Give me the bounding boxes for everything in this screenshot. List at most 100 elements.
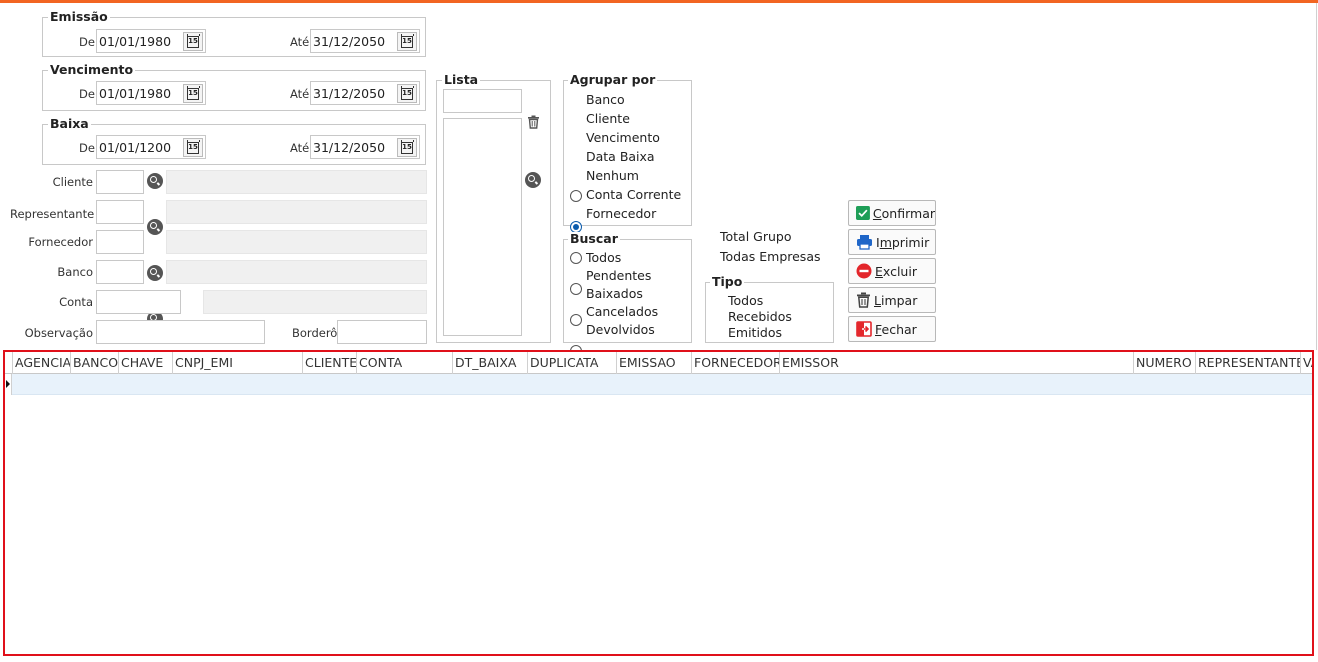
confirmar-button[interactable]: Confirmar (848, 200, 936, 226)
calendar-icon: 15 (401, 139, 414, 154)
row-indicator-icon (5, 374, 12, 395)
total-grupo-label: Total Grupo (720, 229, 792, 244)
vencimento-ate-value: 31/12/2050 (313, 86, 386, 101)
vencimento-de-value: 01/01/1980 (99, 86, 172, 101)
agrupar-radio-banco[interactable] (570, 190, 582, 202)
column-header-va[interactable]: VA (1301, 352, 1312, 374)
column-header-dt-baixa[interactable]: DT_BAIXA (453, 352, 528, 374)
lista-listbox[interactable] (443, 118, 522, 336)
baixa-ate-field[interactable]: 31/12/2050 15 (310, 135, 420, 159)
column-header-fornecedor[interactable]: FORNECEDOR (692, 352, 780, 374)
remove-icon (856, 263, 872, 279)
baixa-de-field[interactable]: 01/01/1200 15 (96, 135, 206, 159)
window-top-accent-bar (0, 0, 1318, 3)
calendar-button[interactable]: 15 (183, 138, 203, 157)
baixa-de-label: De (79, 141, 95, 155)
fornecedor-name-field (166, 230, 427, 254)
emissao-title: Emissão (48, 9, 110, 24)
column-header-numero[interactable]: NUMERO (1134, 352, 1196, 374)
banco-name-field (166, 260, 427, 284)
calendar-button[interactable]: 15 (183, 32, 203, 51)
calendar-button[interactable]: 15 (397, 138, 417, 157)
fechar-label: Fechar (875, 321, 917, 337)
vencimento-ate-field[interactable]: 31/12/2050 15 (310, 81, 420, 105)
trash-icon[interactable] (527, 115, 540, 129)
agrupar-label-cliente: Cliente (586, 111, 630, 126)
observacao-input[interactable] (96, 320, 265, 344)
calendar-button[interactable]: 15 (397, 32, 417, 51)
excluir-button[interactable]: Excluir (848, 258, 936, 284)
column-header-agencia[interactable]: AGENCIA (13, 352, 71, 374)
conta-code-input[interactable] (96, 290, 181, 314)
agrupar-label-fornecedor: Fornecedor (586, 206, 657, 221)
cliente-label: Cliente (52, 175, 93, 189)
column-header-representante[interactable]: REPRESENTANTE (1196, 352, 1301, 374)
check-icon (856, 206, 870, 220)
conta-name-field (203, 290, 427, 314)
fechar-button[interactable]: Fechar (848, 316, 936, 342)
buscar-label-baixados: Baixados (586, 286, 643, 301)
agrupar-label-banco: Banco (586, 92, 625, 107)
representante-search-icon[interactable] (147, 219, 163, 235)
representante-code-input[interactable] (96, 200, 144, 224)
baixa-ate-label: Até (290, 141, 310, 155)
emissao-ate-value: 31/12/2050 (313, 34, 386, 49)
emissao-ate-field[interactable]: 31/12/2050 15 (310, 29, 420, 53)
calendar-icon: 15 (187, 33, 200, 48)
calendar-icon: 15 (401, 85, 414, 100)
lista-search-icon[interactable] (525, 172, 541, 188)
buscar-label-cancelados: Cancelados (586, 304, 659, 319)
fornecedor-code-input[interactable] (96, 230, 144, 254)
imprimir-button[interactable]: Imprimir (848, 229, 936, 255)
observacao-label: Observação (24, 326, 93, 340)
buscar-label-todos: Todos (586, 250, 622, 265)
baixa-de-value: 01/01/1200 (99, 140, 172, 155)
emissao-de-field[interactable]: 01/01/1980 15 (96, 29, 206, 53)
column-header-emissor[interactable]: EMISSOR (780, 352, 1134, 374)
fornecedor-search-icon[interactable] (147, 265, 163, 281)
window-right-edge (1316, 3, 1317, 350)
vencimento-ate-label: Até (290, 87, 310, 101)
agrupar-title: Agrupar por (568, 72, 658, 87)
baixa-ate-value: 31/12/2050 (313, 140, 386, 155)
limpar-button[interactable]: Limpar (848, 287, 936, 313)
vencimento-de-field[interactable]: 01/01/1980 15 (96, 81, 206, 105)
table-row[interactable] (12, 374, 1312, 395)
grid-corner (5, 352, 13, 374)
baixa-title: Baixa (48, 116, 91, 131)
bordero-label: Borderô (292, 326, 338, 340)
agrupar-label-nenhum: Nenhum (586, 168, 639, 183)
banco-label: Banco (57, 265, 93, 279)
calendar-icon: 15 (187, 85, 200, 100)
confirmar-label: Confirmar (872, 205, 935, 221)
bordero-input[interactable] (337, 320, 427, 344)
tipo-label-todos: Todos (728, 293, 764, 308)
emissao-de-label: De (79, 35, 95, 49)
column-header-duplicata[interactable]: DUPLICATA (528, 352, 617, 374)
column-header-banco[interactable]: BANCO (71, 352, 119, 374)
column-header-cnpj-emi[interactable]: CNPJ_EMI (173, 352, 303, 374)
column-header-cliente[interactable]: CLIENTE (303, 352, 357, 374)
vencimento-title: Vencimento (48, 62, 136, 77)
column-header-chave[interactable]: CHAVE (119, 352, 173, 374)
cliente-code-input[interactable] (96, 170, 144, 194)
emissao-de-value: 01/01/1980 (99, 34, 172, 49)
grid-header: AGENCIA BANCO CHAVE CNPJ_EMI CLIENTE CONTA DT_… (5, 352, 1312, 374)
agrupar-label-data-baixa: Data Baixa (586, 149, 655, 164)
exit-icon (856, 321, 872, 337)
column-header-conta[interactable]: CONTA (357, 352, 453, 374)
calendar-button[interactable]: 15 (397, 84, 417, 103)
calendar-icon: 15 (401, 33, 414, 48)
calendar-button[interactable]: 15 (183, 84, 203, 103)
vencimento-de-label: De (79, 87, 95, 101)
agrupar-label-conta-corrente: Conta Corrente (586, 187, 682, 202)
fornecedor-label: Fornecedor (28, 235, 93, 249)
todas-empresas-label: Todas Empresas (720, 249, 821, 264)
banco-code-input[interactable] (96, 260, 144, 284)
tipo-label-emitidos: Emitidos (728, 325, 783, 340)
lista-title: Lista (442, 72, 481, 87)
column-header-emissao[interactable]: EMISSAO (617, 352, 692, 374)
results-grid[interactable]: AGENCIA BANCO CHAVE CNPJ_EMI CLIENTE CONTA DT_… (3, 350, 1314, 656)
lista-input[interactable] (443, 89, 522, 113)
cliente-search-icon[interactable] (147, 173, 163, 189)
